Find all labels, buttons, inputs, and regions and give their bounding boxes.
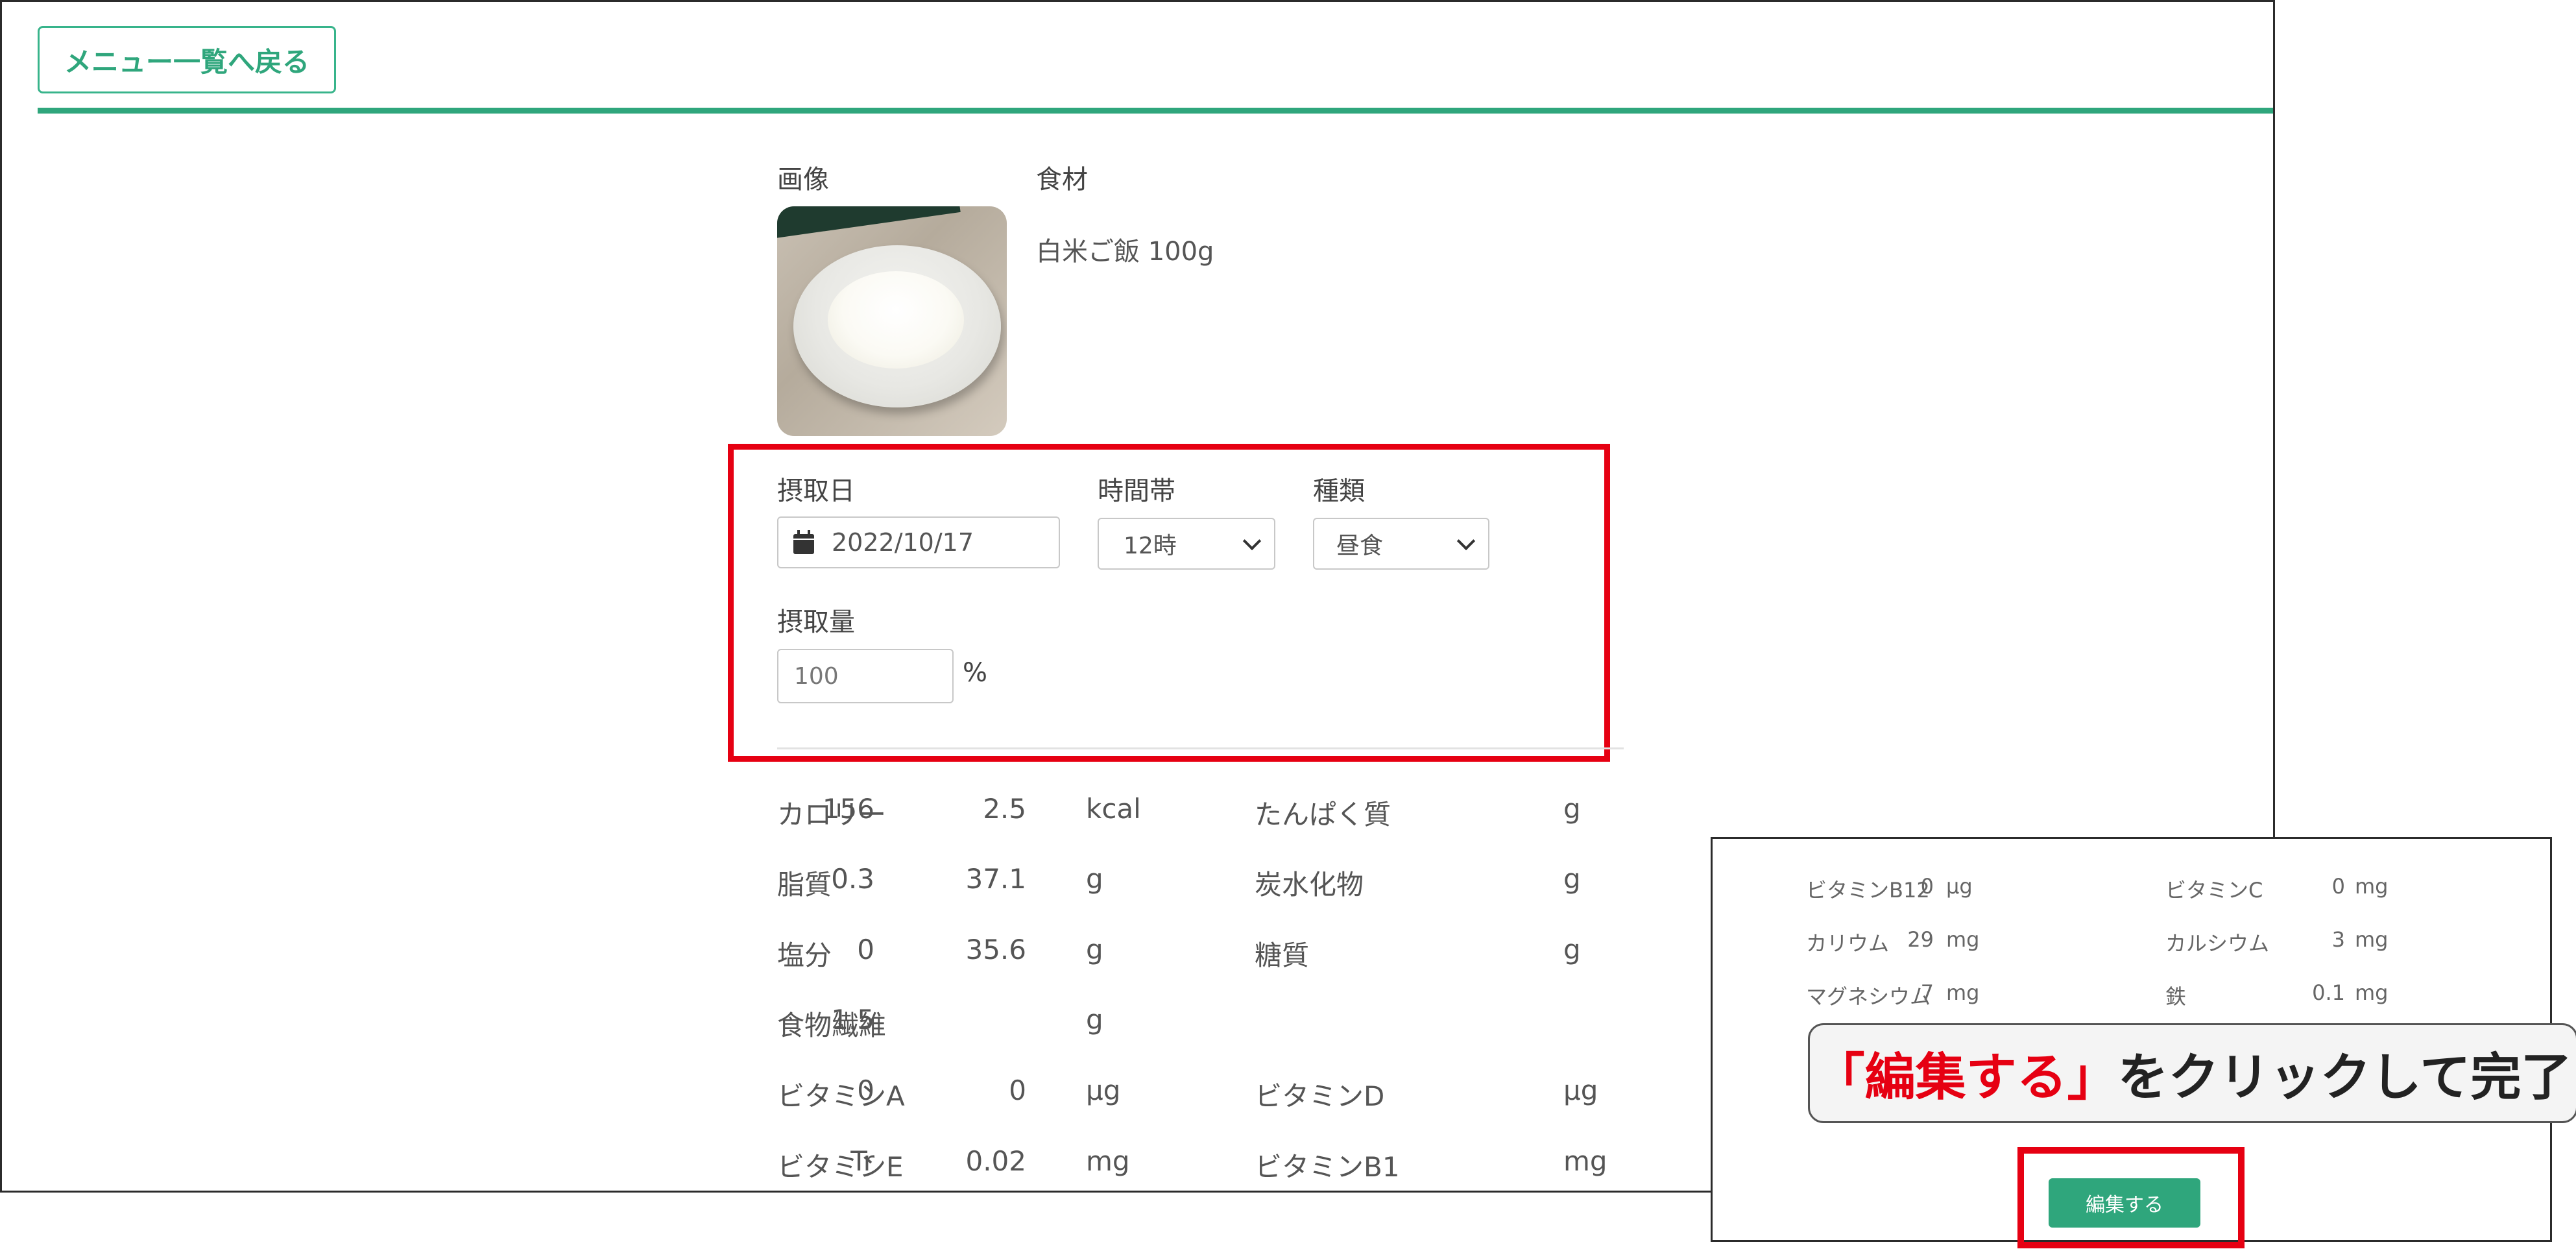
nutrient-unit-2: mg [2355,874,2389,899]
food-image [777,206,1007,436]
nutrient-value-2: 3 [2331,927,2345,952]
table-row: 食物繊維 1.5 g [777,1004,1633,1043]
table-row: マグネシウム 7 mg 鉄 0.1 mg [1713,980,2550,1009]
nutrient-unit: kcal [1086,793,1141,825]
ingredient-value: 白米ご飯 100g [1036,237,1214,267]
nutrient-unit: mg [1946,927,1980,952]
form-highlight-box [728,444,1610,762]
nutrient-name-2: 鉄 [2165,984,2187,1009]
nutrient-unit: g [1086,934,1103,965]
image-label: 画像 [777,165,829,195]
nutrient-value: 0 [857,934,874,965]
nutrient-value: 0.3 [831,863,874,895]
nutrient-value: 29 [1907,927,1934,952]
nutrient-unit-2: mg [1563,1145,1607,1177]
nutrient-value-2: 35.6 [965,934,1026,965]
instruction-callout: 「編集する」 をクリックして完了 [1808,1023,2576,1123]
nutrient-name: カリウム [1806,931,1890,956]
ingredient-label: 食材 [1036,165,1088,195]
header-divider [38,108,2273,114]
nutrient-name-2: カルシウム [2165,931,2270,956]
nutrient-value-2: 0.1 [2312,980,2345,1005]
nutrient-value: 7 [1920,980,1934,1005]
nutrient-value-2: 37.1 [965,863,1026,895]
nutrient-value: Tr [850,1145,874,1177]
table-row: ビタミンE Tr mg ビタミンB1 0.02 mg [777,1145,1633,1184]
table-row: カロリー 156 kcal たんぱく質 2.5 g [777,793,1633,832]
nutrient-unit-2: mg [2355,927,2389,952]
callout-highlight-text: 「編集する」 [1814,1049,2118,1107]
nutrient-name: ビタミンB12 [1806,878,1930,903]
nutrient-unit: g [1086,1004,1103,1036]
nutrient-value: 156 [822,793,874,825]
nutrient-unit-2: g [1563,793,1581,825]
nutrient-value-2: 0 [1009,1074,1026,1106]
table-row: 塩分 0 g 糖質 35.6 g [777,934,1633,973]
nutrient-unit-2: mg [2355,980,2389,1005]
nutrient-value: 0 [1920,874,1934,899]
nutrient-name: マグネシウム [1806,984,1931,1009]
nutrient-unit-2: μg [1563,1074,1598,1106]
nutrient-name: 塩分 [777,940,832,971]
table-row: 脂質 0.3 g 炭水化物 37.1 g [777,863,1633,902]
nutrient-unit: mg [1086,1145,1130,1177]
nutrient-unit: μg [1946,874,1973,899]
nutrient-name-2: たんぱく質 [1255,799,1391,831]
nutrient-name: 脂質 [777,869,832,901]
table-row: ビタミンB12 0 μg ビタミンC 0 mg [1713,874,2550,903]
nutrient-name-2: 糖質 [1255,940,1310,971]
back-to-menu-list-button[interactable]: メニュー一覧へ戻る [38,26,336,93]
nutrient-unit-2: g [1563,934,1581,965]
nutrient-name: ビタミンA [777,1080,905,1112]
nutrient-value-2: 0 [2331,874,2345,899]
nutrient-value: 1.5 [831,1004,874,1036]
nutrient-name-2: ビタミンB1 [1255,1151,1400,1183]
cut-off-row [1803,839,2517,853]
nutrient-name: ビタミンE [777,1151,904,1183]
table-row: カリウム 29 mg カルシウム 3 mg [1713,927,2550,956]
nutrient-name-2: ビタミンC [2165,878,2263,903]
callout-text: をクリックして完了 [2117,1049,2572,1107]
nutrient-unit: g [1086,863,1103,895]
edit-button[interactable]: 編集する [2049,1178,2200,1228]
nutrient-value: 0 [857,1074,874,1106]
nutrient-unit-2: g [1563,863,1581,895]
nutrient-name-2: ビタミンD [1255,1080,1385,1112]
nutrient-value-2: 0.02 [965,1145,1026,1177]
nutrient-value-2: 2.5 [983,793,1026,825]
table-row: ビタミンA 0 μg ビタミンD 0 μg [777,1074,1633,1113]
nutrient-unit: mg [1946,980,1980,1005]
section-divider [777,747,1624,749]
nutrient-name-2: 炭水化物 [1255,869,1364,901]
nutrient-unit: μg [1086,1074,1121,1106]
